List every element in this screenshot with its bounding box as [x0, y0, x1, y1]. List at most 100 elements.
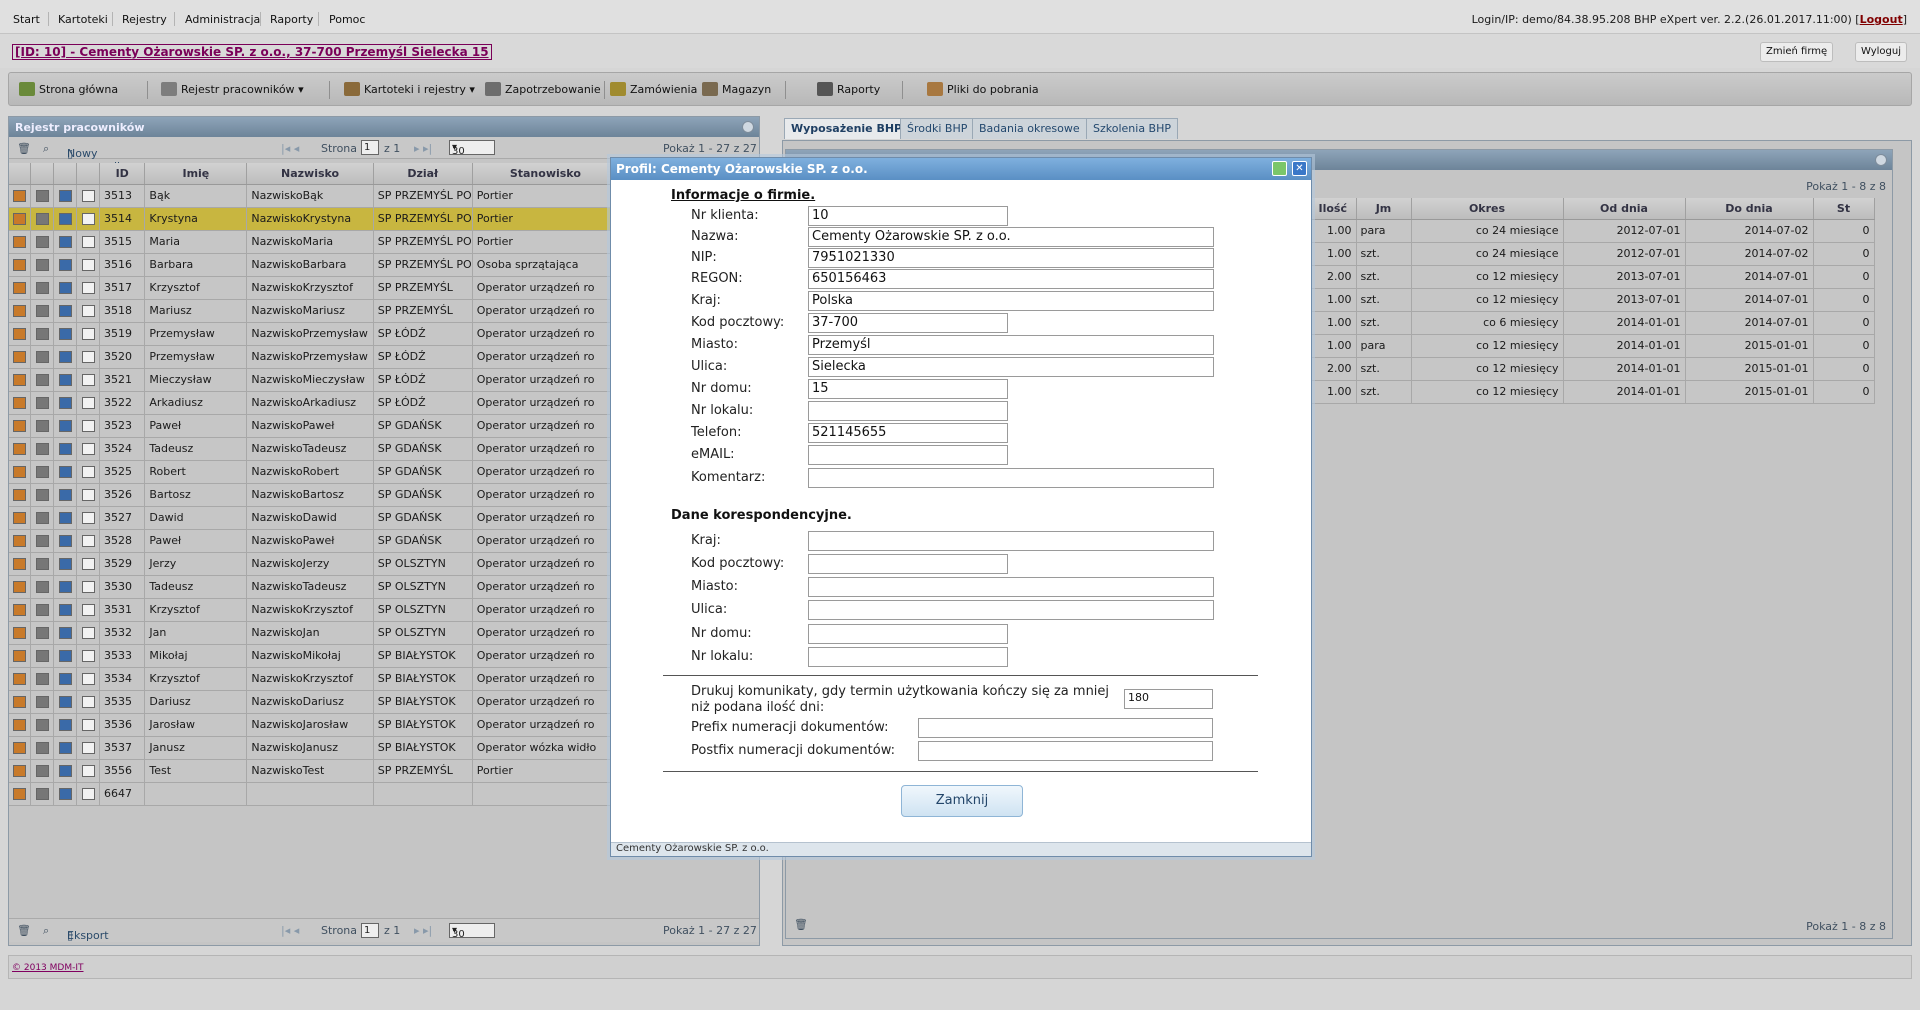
print-icon[interactable] [35, 374, 49, 386]
field-input[interactable]: Cementy Ożarowskie SP. z o.o. [808, 227, 1214, 247]
menu-administracja[interactable]: Administracja [185, 13, 260, 26]
document-icon[interactable] [81, 466, 95, 478]
print-icon[interactable] [35, 328, 49, 340]
field-input[interactable]: 37-700 [808, 313, 1008, 333]
menu-start[interactable]: Start [13, 13, 40, 26]
card-icon[interactable] [58, 650, 72, 662]
corr-field-input[interactable] [808, 600, 1214, 620]
document-icon[interactable] [81, 443, 95, 455]
field-input[interactable]: 650156463 [808, 269, 1214, 289]
card-icon[interactable] [58, 420, 72, 432]
print-icon[interactable] [35, 420, 49, 432]
edit-icon[interactable] [13, 719, 27, 731]
card-icon[interactable] [58, 673, 72, 685]
col-last-name[interactable]: Nazwisko [246, 163, 374, 185]
document-icon[interactable] [81, 535, 95, 547]
corr-field-input[interactable] [808, 554, 1008, 574]
table-row[interactable]: 3556 Test NazwiskoTest SP PRZEMYŚL Portier [9, 759, 620, 783]
demand-button[interactable]: Zapotrzebowanie [485, 82, 601, 96]
edit-icon[interactable] [13, 742, 27, 754]
card-icon[interactable] [58, 627, 72, 639]
table-row[interactable]: 3524 Tadeusz NazwiskoTadeusz SP GDAŃSK Opera… [9, 437, 620, 461]
table-row[interactable]: 3518 Mariusz NazwiskoMariusz SP PRZEMYŚL Ope… [9, 299, 620, 323]
company-link[interactable]: [ID: 10] - Cementy Ożarowskie SP. z o.o.… [12, 44, 492, 60]
table-row[interactable]: 3514 Krystyna NazwiskoKrystyna SP PRZEMYŚL … [9, 207, 620, 231]
edit-icon[interactable] [13, 466, 27, 478]
corr-field-input[interactable] [808, 624, 1008, 644]
field-input[interactable] [808, 468, 1214, 488]
table-row[interactable]: 6647 [9, 782, 620, 806]
menu-rejestry[interactable]: Rejestry [122, 13, 167, 26]
edit-icon[interactable] [13, 673, 27, 685]
print-icon[interactable] [35, 742, 49, 754]
col-period[interactable]: Okres [1411, 198, 1564, 220]
next-page-icon[interactable]: ▸ ▸| [414, 142, 432, 155]
card-icon[interactable] [58, 236, 72, 248]
document-icon[interactable] [81, 190, 95, 202]
corr-field-input[interactable] [808, 577, 1214, 597]
card-icon[interactable] [58, 190, 72, 202]
edit-icon[interactable] [13, 190, 27, 202]
col-position[interactable]: Stanowisko [472, 163, 620, 185]
col-id[interactable]: ID [99, 163, 146, 185]
card-icon[interactable] [58, 581, 72, 593]
per-page-select[interactable]: 30 ▾ [449, 140, 495, 157]
print-icon[interactable] [35, 765, 49, 777]
card-icon[interactable] [58, 742, 72, 754]
field-input[interactable]: Sielecka [808, 357, 1214, 377]
table-row[interactable]: 3516 Barbara NazwiskoBarbara SP PRZEMYŚL PO… [9, 253, 620, 277]
print-icon[interactable] [35, 719, 49, 731]
edit-icon[interactable] [13, 259, 27, 271]
document-icon[interactable] [81, 650, 95, 662]
table-row[interactable]: 3520 Przemysław NazwiskoPrzemysław SP ŁÓDŹ O… [9, 345, 620, 369]
edit-icon[interactable] [13, 236, 27, 248]
edit-icon[interactable] [13, 351, 27, 363]
reports-button[interactable]: Raporty [817, 82, 880, 96]
edit-icon[interactable] [13, 765, 27, 777]
print-icon[interactable] [35, 397, 49, 409]
warehouse-button[interactable]: Magazyn [702, 82, 771, 96]
document-icon[interactable] [81, 765, 95, 777]
first-page-icon[interactable]: |◂ ◂ [281, 924, 299, 937]
document-icon[interactable] [81, 259, 95, 271]
print-icon[interactable] [35, 213, 49, 225]
edit-icon[interactable] [13, 650, 27, 662]
menu-kartoteki[interactable]: Kartoteki [58, 13, 108, 26]
print-icon[interactable] [35, 627, 49, 639]
field-input[interactable]: 10 [808, 206, 1008, 226]
card-icon[interactable] [58, 604, 72, 616]
card-icon[interactable] [58, 512, 72, 524]
card-icon[interactable] [58, 466, 72, 478]
print-icon[interactable] [35, 489, 49, 501]
change-company-button[interactable]: Zmień firmę [1760, 42, 1834, 62]
card-icon[interactable] [58, 696, 72, 708]
first-page-icon[interactable]: |◂ ◂ [281, 142, 299, 155]
table-row[interactable]: 1.00 szt. co 12 miesięcy 2013-07-01 2014-07-… [1310, 288, 1875, 312]
table-row[interactable]: 3532 Jan NazwiskoJan SP OLSZTYN Operator urz… [9, 621, 620, 645]
table-row[interactable]: 3519 Przemysław NazwiskoPrzemysław SP ŁÓDŹ O… [9, 322, 620, 346]
card-icon[interactable] [58, 489, 72, 501]
table-row[interactable]: 1.00 para co 24 miesiące 2012-07-01 2014-07-… [1310, 219, 1875, 243]
table-row[interactable]: 3521 Mieczysław NazwiskoMieczysław SP ŁÓDŹ O… [9, 368, 620, 392]
notify-days-input[interactable]: 180 [1124, 689, 1213, 709]
postfix-input[interactable] [918, 741, 1213, 761]
print-icon[interactable] [35, 443, 49, 455]
table-row[interactable]: 2.00 szt. co 12 miesięcy 2013-07-01 2014-07-… [1310, 265, 1875, 289]
logout-button[interactable]: Wyloguj [1855, 42, 1907, 62]
edit-icon[interactable] [13, 328, 27, 340]
table-row[interactable]: 3536 Jarosław NazwiskoJarosław SP BIAŁYSTOK… [9, 713, 620, 737]
print-icon[interactable] [35, 236, 49, 248]
print-icon[interactable] [35, 512, 49, 524]
edit-icon[interactable] [13, 305, 27, 317]
card-icon[interactable] [58, 558, 72, 570]
print-icon[interactable] [35, 673, 49, 685]
table-row[interactable]: 3531 Krzysztof NazwiskoKrzysztof SP OLSZTYN… [9, 598, 620, 622]
document-icon[interactable] [81, 512, 95, 524]
tab-wyposazenie[interactable]: Wyposażenie BHP [784, 118, 910, 139]
document-icon[interactable] [81, 397, 95, 409]
field-input[interactable] [808, 445, 1008, 465]
print-icon[interactable] [35, 282, 49, 294]
edit-icon[interactable] [13, 282, 27, 294]
tab-szkolenia[interactable]: Szkolenia BHP [1086, 118, 1179, 139]
print-icon[interactable] [35, 190, 49, 202]
